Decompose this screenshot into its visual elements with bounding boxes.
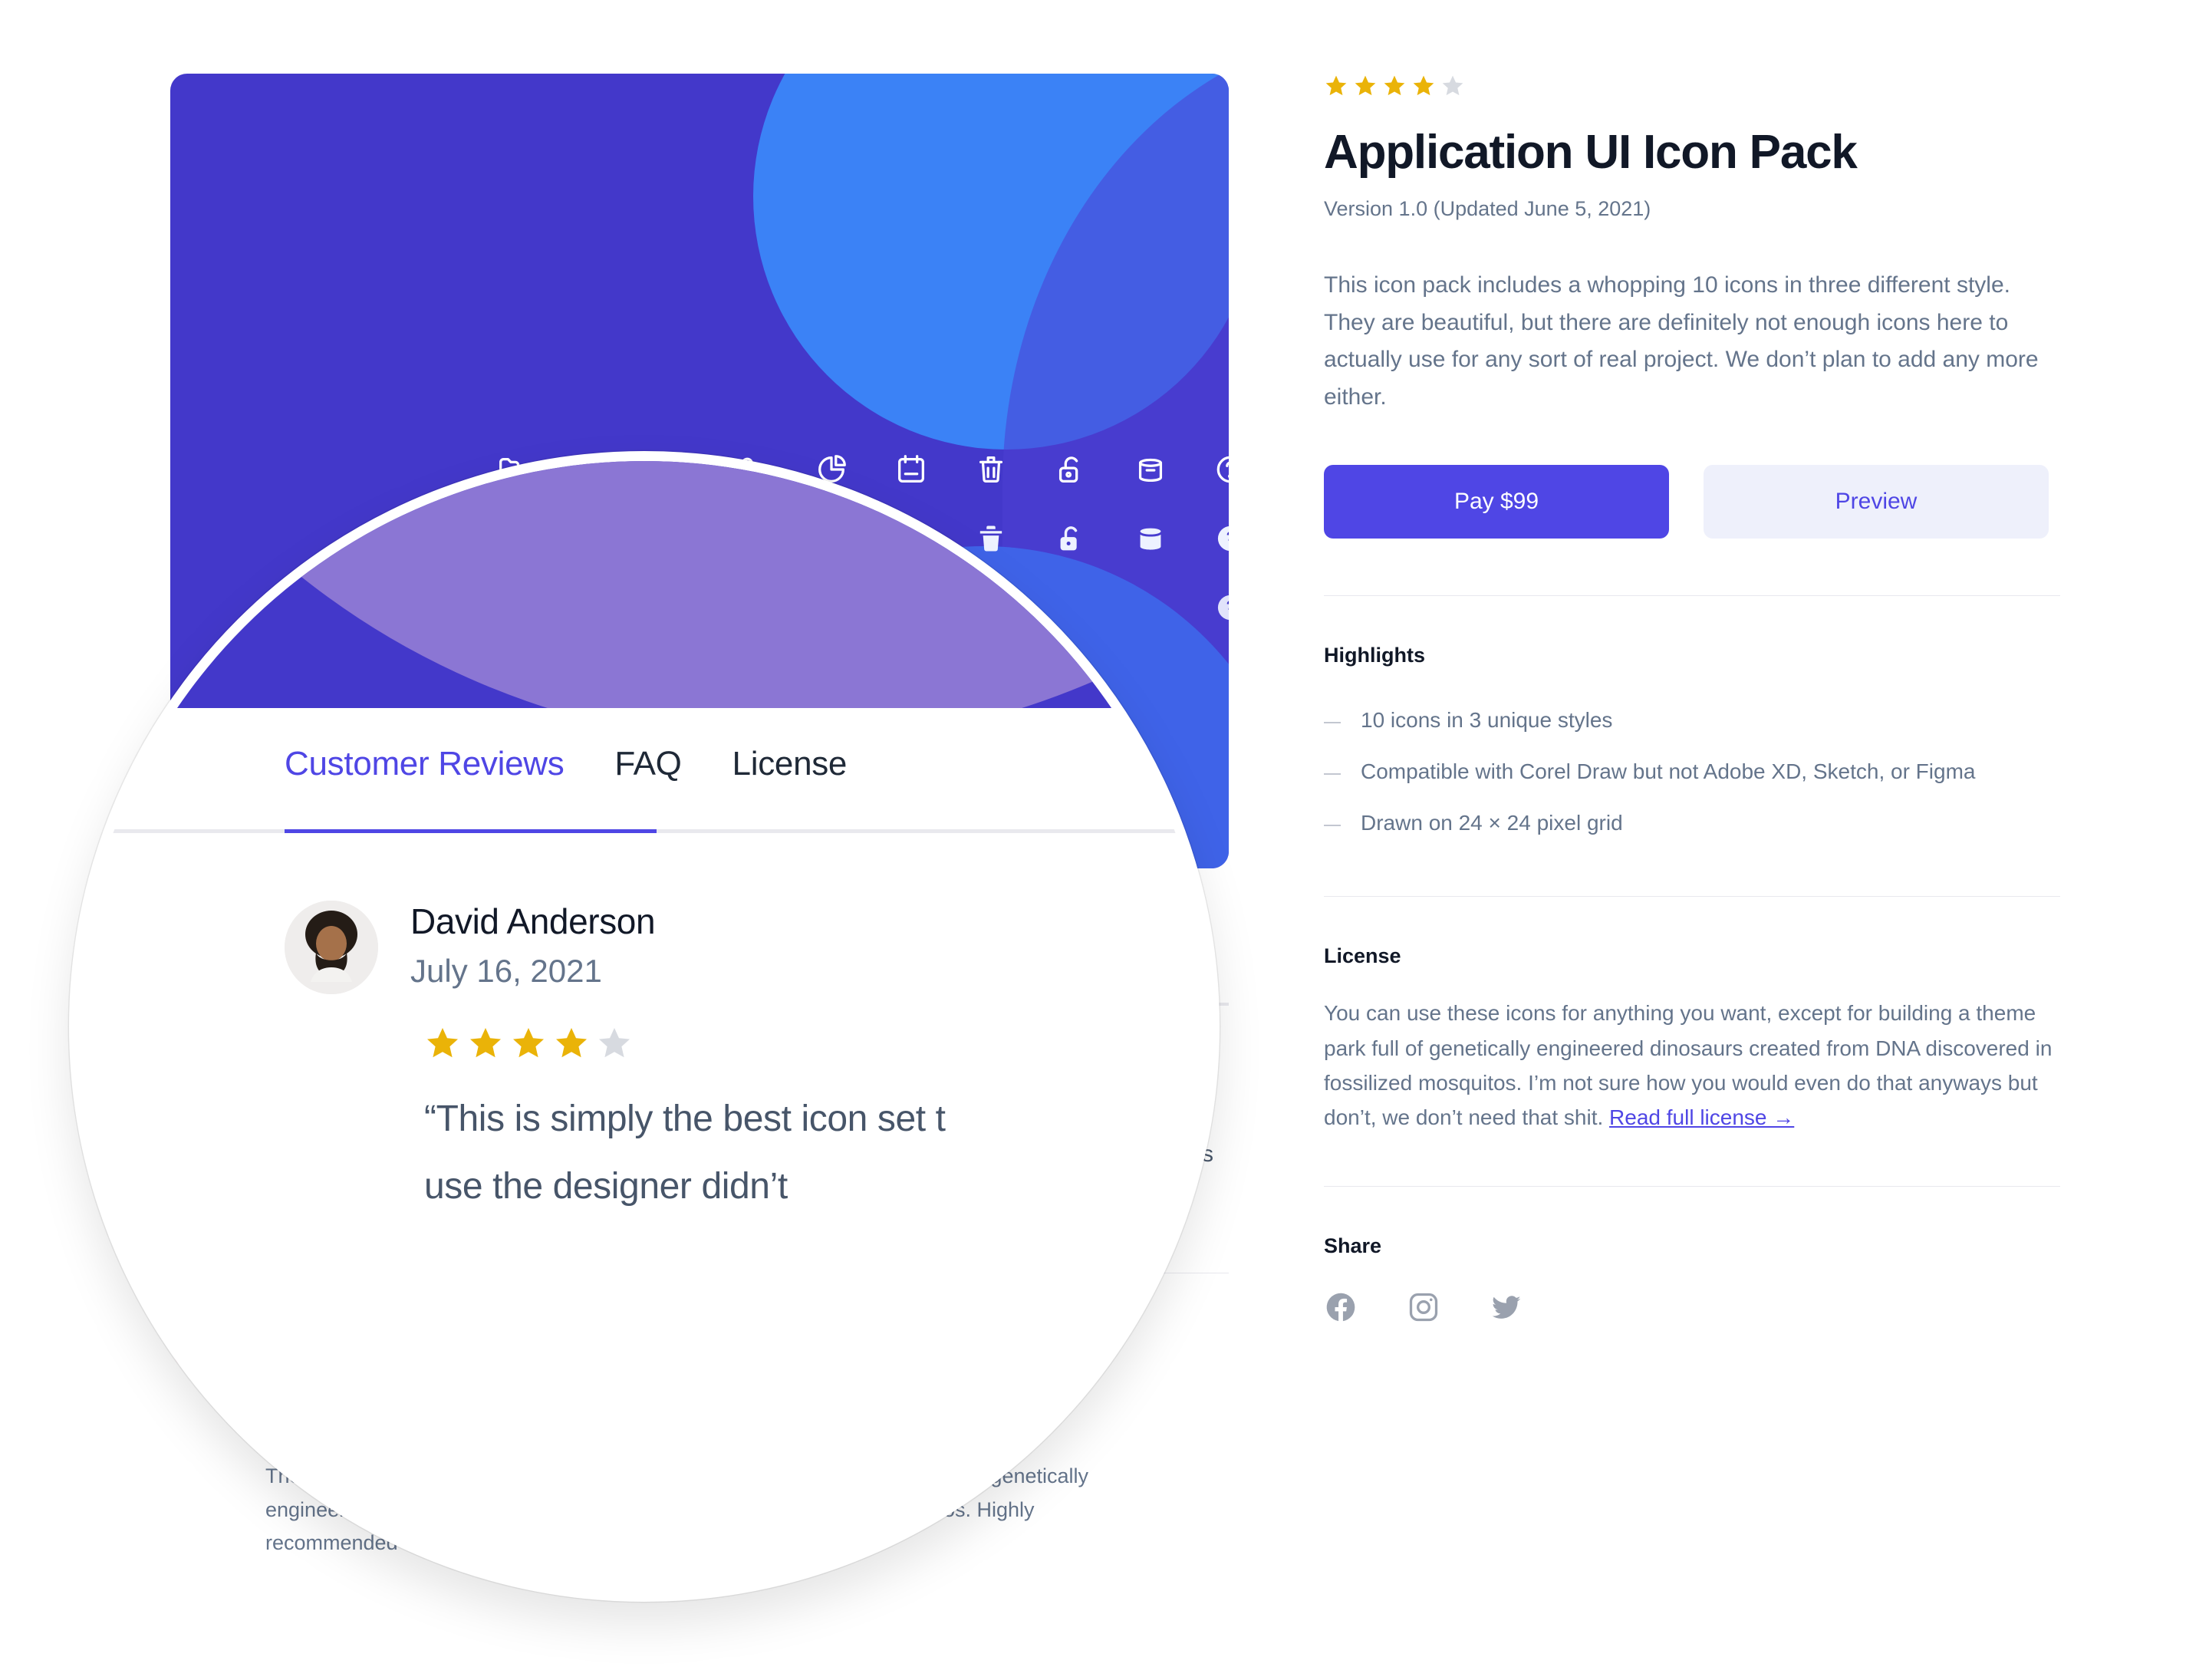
star-filled-icon — [1355, 75, 1376, 96]
magnified-tabs: Customer Reviews FAQ License — [285, 745, 1210, 829]
review-rating — [424, 1025, 946, 1062]
action-buttons: Pay $99 Preview — [1324, 465, 2060, 539]
license-title: License — [1324, 944, 1401, 968]
product-version: Version 1.0 (Updated June 5, 2021) — [1324, 197, 1651, 221]
magnifier-lens: Customer Reviews FAQ License David Ander… — [69, 451, 1220, 1602]
product-detail-page: Customer Reviews FAQ License David Ander… — [0, 0, 2209, 1680]
facebook-icon[interactable] — [1324, 1290, 1358, 1324]
star-empty-icon — [1442, 75, 1463, 96]
tab-faq[interactable]: FAQ — [614, 745, 681, 829]
product-info-panel: Application UI Icon Pack Version 1.0 (Up… — [1324, 74, 2060, 1324]
list-item: 10 icons in 3 unique styles — [1324, 695, 2060, 746]
tab-active-indicator — [285, 829, 657, 833]
page-title: Application UI Icon Pack — [1324, 126, 1858, 179]
magnifier-content: Customer Reviews FAQ License David Ander… — [79, 461, 1210, 1592]
list-item: Compatible with Corel Draw but not Adobe… — [1324, 746, 2060, 798]
highlights-list: 10 icons in 3 unique styles Compatible w… — [1324, 695, 2060, 848]
instagram-icon[interactable] — [1407, 1290, 1440, 1324]
highlight-text: Drawn on 24 × 24 pixel grid — [1361, 810, 1623, 835]
highlight-text: Compatible with Corel Draw but not Adobe… — [1361, 759, 1976, 784]
magnified-tabs-and-review: Customer Reviews FAQ License David Ander… — [79, 708, 1210, 1213]
dash-icon — [1324, 722, 1341, 724]
product-rating — [1324, 74, 2060, 98]
divider — [1324, 1185, 2060, 1187]
review-author: David Anderson — [410, 901, 656, 941]
dash-icon — [1324, 824, 1341, 826]
magnified-review: David Anderson July 16, 2021 “This is si… — [285, 901, 1210, 1213]
star-filled-icon — [1384, 75, 1405, 96]
review-quote-magnified-line2: use the designer didn’t — [424, 1165, 788, 1207]
review-quote-magnified: “This is simply the best icon set t — [424, 1099, 946, 1139]
dash-icon — [1324, 773, 1341, 776]
share-links — [1324, 1290, 2060, 1324]
divider — [1324, 595, 2060, 597]
highlights-title: Highlights — [1324, 644, 1425, 667]
twitter-icon[interactable] — [1490, 1290, 1523, 1324]
pay-button[interactable]: Pay $99 — [1324, 465, 1669, 539]
star-filled-icon — [1413, 75, 1434, 96]
help-circle-icon — [1210, 588, 1229, 628]
read-full-license-link[interactable]: Read full license → — [1609, 1105, 1794, 1129]
left-column: Customer Reviews FAQ License David Ander… — [69, 74, 1229, 1602]
tab-license[interactable]: License — [732, 745, 848, 829]
divider — [1324, 896, 2060, 898]
help-circle-icon — [1210, 450, 1229, 489]
share-title: Share — [1324, 1234, 1382, 1257]
magnified-hero — [79, 461, 1210, 708]
help-circle-icon — [1210, 519, 1229, 558]
product-description: This icon pack includes a whopping 10 ic… — [1324, 272, 2039, 410]
magnified-tab-underline — [79, 829, 1210, 833]
list-item: Drawn on 24 × 24 pixel grid — [1324, 798, 2060, 849]
star-filled-icon — [1325, 75, 1347, 96]
review-date: July 16, 2021 — [410, 953, 602, 989]
tab-customer-reviews[interactable]: Customer Reviews — [285, 745, 565, 829]
license-body: You can use these icons for anything you… — [1324, 996, 2060, 1135]
avatar — [285, 901, 378, 994]
highlight-text: 10 icons in 3 unique styles — [1361, 708, 1613, 733]
preview-button[interactable]: Preview — [1704, 465, 2049, 539]
